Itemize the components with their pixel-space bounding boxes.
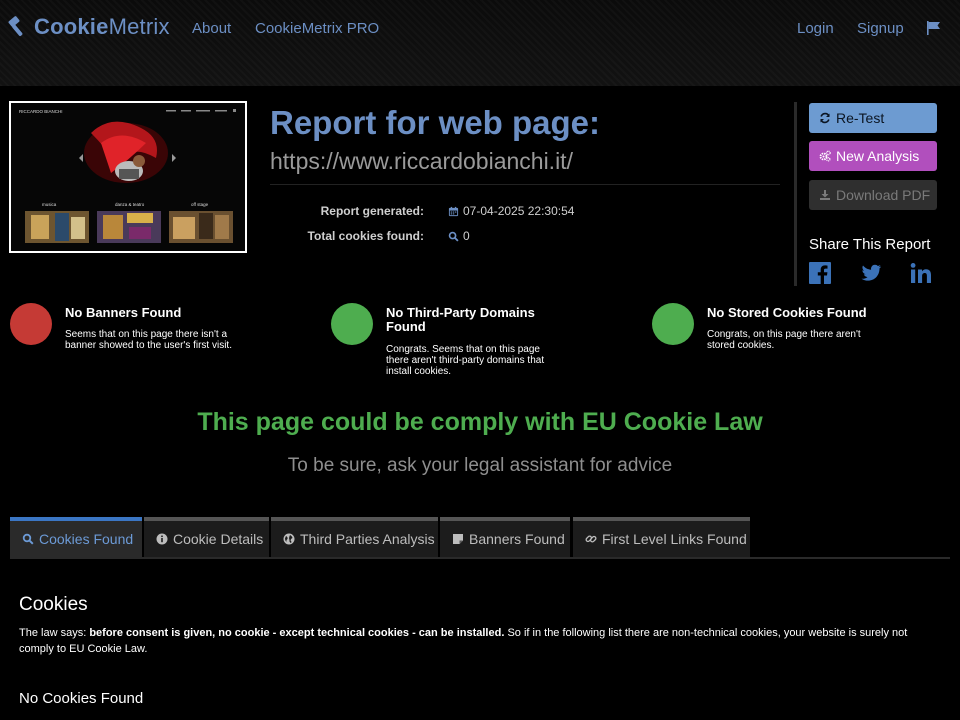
brand-name-bold: Cookie: [34, 14, 109, 39]
thumbnail-caption-2: danza & teatro: [115, 202, 145, 207]
cookies-section-title: Cookies: [19, 594, 88, 615]
total-cookies-count: 0: [463, 229, 470, 243]
tab-cookie-details[interactable]: Cookie Details: [144, 517, 269, 557]
globe-icon: [283, 533, 295, 545]
compliance-message: This page could be comply with EU Cookie…: [197, 408, 763, 436]
thumbnail-caption-1: musica: [42, 202, 57, 207]
link-icon: [585, 535, 597, 543]
cookie-law-text: The law says: before consent is given, n…: [19, 625, 939, 657]
tab-cookies-found-label: Cookies Found: [39, 531, 134, 547]
third-party-status-desc: Congrats. Seems that on this page there …: [386, 344, 545, 377]
banner-status-dot: [10, 303, 52, 345]
banner-icon: [453, 534, 463, 544]
navbar: CookieMetrix About CookieMetrix PRO Logi…: [0, 0, 960, 86]
stored-cookies-status-dot: [652, 303, 694, 345]
new-analysis-button[interactable]: New Analysis: [809, 141, 937, 171]
actions-divider: [794, 102, 797, 286]
no-cookies-message: No Cookies Found: [19, 690, 144, 707]
twitter-icon[interactable]: [860, 262, 882, 284]
tab-third-parties-analysis[interactable]: Third Parties Analysis: [271, 517, 438, 557]
report-generated-value: 07-04-2025 22:30:54: [448, 204, 574, 218]
report-title: Report for web page:: [270, 104, 601, 141]
refresh-icon: [820, 112, 830, 124]
report-url: https://www.riccardobianchi.it/: [270, 148, 573, 174]
retest-label: Re-Test: [836, 110, 885, 126]
nav-signup-link[interactable]: Signup: [857, 20, 904, 37]
cookie-law-prefix: The law says:: [19, 627, 90, 639]
gears-icon: [819, 150, 831, 162]
tab-cookies-found[interactable]: Cookies Found: [10, 517, 142, 557]
download-pdf-label: Download PDF: [836, 187, 931, 203]
report-generated-label: Report generated:: [320, 204, 424, 218]
tab-first-level-links[interactable]: First Level Links Found: [573, 517, 750, 557]
download-icon: [820, 190, 830, 200]
nav-login-link[interactable]: Login: [797, 20, 834, 37]
stored-cookies-status-desc: Congrats, on this page there aren't stor…: [707, 329, 861, 351]
linkedin-icon[interactable]: [910, 262, 932, 284]
tab-banners-found-label: Banners Found: [469, 531, 565, 547]
brand-logo[interactable]: CookieMetrix: [6, 12, 170, 42]
brand-name-rest: Metrix: [108, 14, 170, 39]
share-title: Share This Report: [809, 236, 931, 253]
gavel-icon: [8, 16, 23, 37]
info-icon: [156, 533, 168, 545]
cookie-law-bold: before consent is given, no cookie - exc…: [89, 627, 505, 639]
retest-button[interactable]: Re-Test: [809, 103, 937, 133]
new-analysis-label: New Analysis: [836, 148, 920, 164]
total-cookies-value: 0: [448, 229, 470, 243]
tab-banners-found[interactable]: Banners Found: [440, 517, 570, 557]
tab-cookie-details-label: Cookie Details: [173, 531, 264, 547]
facebook-icon[interactable]: [809, 262, 831, 284]
tabs-underline: [10, 557, 950, 559]
nav-pro-link[interactable]: CookieMetrix PRO: [255, 20, 379, 37]
stored-cookies-status-title: No Stored Cookies Found: [707, 305, 867, 320]
third-party-status-title: No Third-Party Domains Found: [386, 305, 535, 334]
banner-status-desc: Seems that on this page there isn't a ba…: [65, 329, 232, 351]
search-icon: [448, 231, 459, 242]
legal-advice-message: To be sure, ask your legal assistant for…: [287, 455, 673, 476]
header-divider: [270, 184, 780, 185]
tab-first-level-links-label: First Level Links Found: [602, 531, 747, 547]
banner-status-title: No Banners Found: [65, 305, 182, 320]
calendar-icon: [448, 206, 459, 216]
nav-about-link[interactable]: About: [192, 20, 231, 37]
total-cookies-label: Total cookies found:: [307, 229, 424, 243]
search-icon: [22, 533, 34, 545]
report-generated-date: 07-04-2025 22:30:54: [463, 204, 575, 218]
download-pdf-button[interactable]: Download PDF: [809, 180, 937, 210]
thumbnail-site-name: RICCARDO BIANCHI: [19, 109, 63, 114]
flag-icon[interactable]: [926, 20, 942, 36]
third-party-status-dot: [331, 303, 373, 345]
tab-third-parties-label: Third Parties Analysis: [300, 531, 435, 547]
